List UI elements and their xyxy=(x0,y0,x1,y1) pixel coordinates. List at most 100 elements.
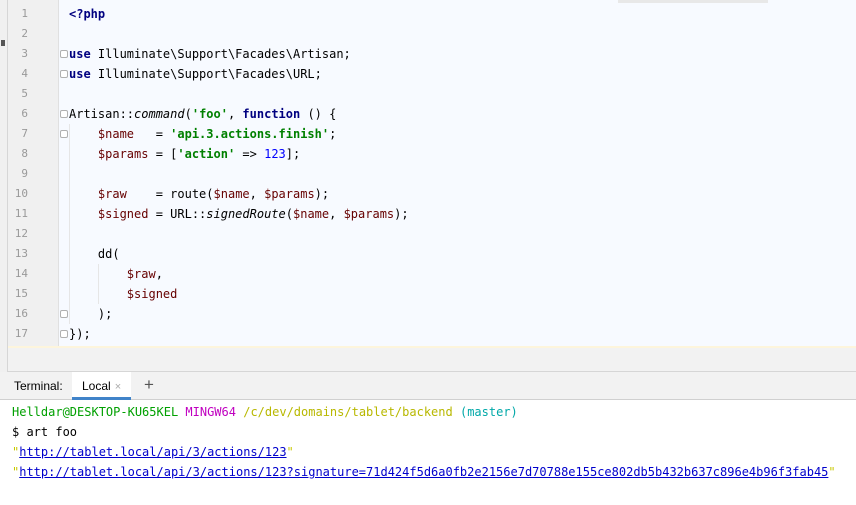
code-token: ( xyxy=(184,107,192,121)
code-token: ); xyxy=(69,307,113,321)
code-token: ( xyxy=(285,207,293,221)
code-line: use Illuminate\Support\Facades\Artisan; xyxy=(69,44,351,64)
code-token: $signed xyxy=(97,207,149,221)
line-number: 12 xyxy=(14,227,28,240)
tool-window-stripe[interactable] xyxy=(0,0,8,372)
code-token: () { xyxy=(300,107,337,121)
line-number: 5 xyxy=(21,87,28,100)
code-line: $raw, xyxy=(69,264,163,284)
code-line: }); xyxy=(69,324,91,344)
code-line: $raw = route($name, $params); xyxy=(69,184,329,204)
code-token: $params xyxy=(343,207,395,221)
terminal-title: Terminal: xyxy=(14,379,63,393)
signed-url-link[interactable]: http://tablet.local/api/3/actions/123?si… xyxy=(19,465,828,479)
code-token: ]; xyxy=(285,147,301,161)
code-token: $params xyxy=(97,147,149,161)
fold-marker-icon[interactable] xyxy=(60,50,68,58)
fold-marker-icon[interactable] xyxy=(60,310,68,318)
code-token: $name xyxy=(213,187,250,201)
code-line: dd( xyxy=(69,244,120,264)
terminal-header: Terminal: Local × + xyxy=(0,372,856,400)
code-token: , xyxy=(227,107,243,121)
code-token: $raw xyxy=(126,267,156,281)
line-number: 3 xyxy=(21,47,28,60)
code-token: => xyxy=(235,147,265,161)
line-number: 1 xyxy=(21,7,28,20)
prompt-line: Helldar@DESKTOP-KU65KEL MINGW64 /c/dev/d… xyxy=(12,402,518,422)
fold-marker-icon[interactable] xyxy=(60,110,68,118)
code-token: command xyxy=(134,107,185,121)
code-token: Illuminate\Support\Facades\URL; xyxy=(90,67,322,81)
editor-top-bar xyxy=(8,0,856,3)
prompt-branch: (master) xyxy=(459,405,518,419)
fold-marker-icon[interactable] xyxy=(60,130,68,138)
code-token: ); xyxy=(314,187,330,201)
prompt-path: /c/dev/domains/tablet/backend xyxy=(243,405,453,419)
output-line-signed: "http://tablet.local/api/3/actions/123?s… xyxy=(12,465,836,479)
line-number: 9 xyxy=(21,167,28,180)
fold-marker-icon[interactable] xyxy=(60,70,68,78)
code-token: dd( xyxy=(69,247,120,261)
new-terminal-button[interactable]: + xyxy=(144,375,154,395)
line-number: 2 xyxy=(21,27,28,40)
code-token: 123 xyxy=(264,147,286,161)
line-number: 4 xyxy=(21,67,28,80)
code-line: $params = ['action' => 123]; xyxy=(69,144,300,164)
gutter-separator xyxy=(58,0,59,348)
code-token: <?php xyxy=(69,7,106,21)
code-line: ); xyxy=(69,304,112,324)
tab-local[interactable]: Local × xyxy=(72,372,132,400)
code-token: $name xyxy=(293,207,330,221)
code-token: }); xyxy=(69,327,91,341)
line-number: 14 xyxy=(14,267,28,280)
code-token: = route( xyxy=(126,187,214,201)
raw-url-link[interactable]: http://tablet.local/api/3/actions/123 xyxy=(19,445,286,459)
command-line: $ art foo xyxy=(12,425,78,439)
code-token: , xyxy=(249,187,265,201)
output-line-raw: "http://tablet.local/api/3/actions/123" xyxy=(12,445,294,459)
line-number: 8 xyxy=(21,147,28,160)
code-token: = [ xyxy=(148,147,178,161)
indent-guide xyxy=(98,264,99,304)
code-token: 'foo' xyxy=(191,107,228,121)
terminal-output[interactable]: Helldar@DESKTOP-KU65KEL MINGW64 /c/dev/d… xyxy=(0,400,856,505)
line-number: 11 xyxy=(14,207,28,220)
code-line: $name = 'api.3.actions.finish'; xyxy=(69,124,336,144)
prompt-user: Helldar@DESKTOP-KU65KEL xyxy=(12,405,179,419)
code-line: $signed = URL::signedRoute($name, $param… xyxy=(69,204,409,224)
code-token: use xyxy=(69,67,91,81)
tab-local-label: Local xyxy=(82,379,111,393)
code-token: ; xyxy=(329,127,337,141)
fold-marker-icon[interactable] xyxy=(60,330,68,338)
line-number: 17 xyxy=(14,327,28,340)
code-token: $raw xyxy=(97,187,127,201)
indent-guide xyxy=(69,124,70,324)
code-line: $signed xyxy=(69,284,178,304)
code-token: , xyxy=(155,267,163,281)
code-token: = xyxy=(134,127,171,141)
code-token: Artisan:: xyxy=(69,107,135,121)
line-number: 6 xyxy=(21,107,28,120)
line-number: 7 xyxy=(21,127,28,140)
code-line: Artisan::command('foo', function () { xyxy=(69,104,336,124)
code-token: $params xyxy=(264,187,315,201)
code-editor[interactable]: 1 <?php 2 3 use Illuminate\Support\Facades\A… xyxy=(8,0,856,348)
close-icon[interactable]: × xyxy=(115,381,121,393)
code-line: use Illuminate\Support\Facades\URL; xyxy=(69,64,322,84)
panel-splitter[interactable] xyxy=(8,348,856,372)
code-token: signedRoute xyxy=(206,207,286,221)
code-token: Illuminate\Support\Facades\Artisan; xyxy=(90,47,351,61)
code-token: $name xyxy=(97,127,135,141)
code-token: , xyxy=(329,207,344,221)
code-token: ); xyxy=(394,207,409,221)
stripe-marker xyxy=(1,40,5,46)
line-number: 16 xyxy=(14,307,28,320)
code-line: <?php xyxy=(69,4,105,24)
code-token: $signed xyxy=(126,287,178,301)
line-number: 10 xyxy=(14,187,28,200)
line-number: 13 xyxy=(14,247,28,260)
